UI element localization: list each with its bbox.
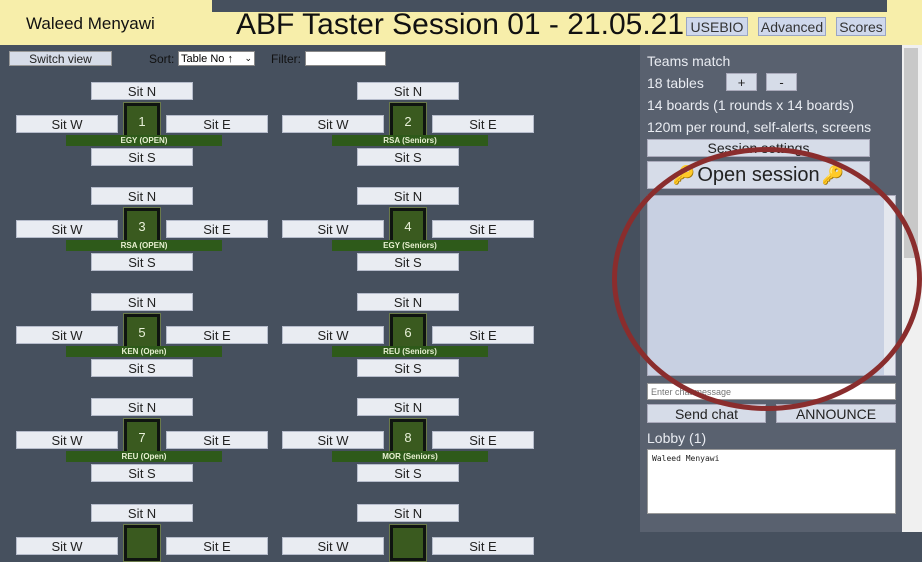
table-team-label: REU (Open)	[66, 451, 222, 462]
sit-west-button[interactable]: Sit W	[282, 431, 384, 449]
boards-info: 14 boards (1 rounds x 14 boards)	[647, 97, 855, 113]
sit-west-button[interactable]: Sit W	[16, 115, 118, 133]
sit-east-button[interactable]: Sit E	[432, 326, 534, 344]
sit-north-button[interactable]: Sit N	[91, 398, 193, 416]
sit-south-button[interactable]: Sit S	[357, 148, 459, 166]
sit-west-button[interactable]: Sit W	[282, 115, 384, 133]
table-team-label: KEN (Open)	[66, 346, 222, 357]
sit-west-button[interactable]: Sit W	[16, 220, 118, 238]
sit-east-button[interactable]: Sit E	[432, 537, 534, 555]
table-team-label: EGY (Seniors)	[332, 240, 488, 251]
sit-east-button[interactable]: Sit E	[432, 115, 534, 133]
sit-north-button[interactable]: Sit N	[357, 82, 459, 100]
table-team-label: EGY (OPEN)	[66, 135, 222, 146]
sit-west-button[interactable]: Sit W	[282, 220, 384, 238]
table-number	[127, 528, 157, 558]
sit-north-button[interactable]: Sit N	[357, 187, 459, 205]
sit-west-button[interactable]: Sit W	[16, 537, 118, 555]
scores-button[interactable]: Scores	[836, 17, 886, 36]
sit-east-button[interactable]: Sit E	[166, 537, 268, 555]
table-team-label: REU (Seniors)	[332, 346, 488, 357]
sit-north-button[interactable]: Sit N	[357, 293, 459, 311]
lobby-title: Lobby (1)	[647, 430, 707, 446]
table-number: 1	[127, 106, 157, 136]
sit-south-button[interactable]: Sit S	[91, 253, 193, 271]
tables-count: 18 tables	[647, 75, 704, 91]
round-info: 120m per round, self-alerts, screens	[647, 119, 872, 135]
sit-north-button[interactable]: Sit N	[91, 187, 193, 205]
table-number: 7	[127, 422, 157, 452]
table-number: 8	[393, 422, 423, 452]
add-table-button[interactable]: +	[726, 73, 757, 91]
table-number: 6	[393, 317, 423, 347]
table-team-label: RSA (OPEN)	[66, 240, 222, 251]
switch-view-button[interactable]: Switch view	[9, 51, 112, 66]
usebio-button[interactable]: USEBIO	[686, 17, 748, 36]
lobby-user[interactable]: Waleed Menyawi	[652, 454, 891, 463]
table-team-label: MOR (Seniors)	[332, 451, 488, 462]
user-name: Waleed Menyawi	[26, 14, 155, 33]
sit-north-button[interactable]: Sit N	[91, 293, 193, 311]
remove-table-button[interactable]: -	[766, 73, 797, 91]
annotation-circle	[612, 147, 922, 411]
sit-east-button[interactable]: Sit E	[432, 220, 534, 238]
filter-label: Filter:	[271, 52, 301, 66]
lobby-users-list[interactable]: Waleed Menyawi	[647, 449, 896, 514]
sit-east-button[interactable]: Sit E	[166, 326, 268, 344]
table-number: 4	[393, 211, 423, 241]
table-number: 2	[393, 106, 423, 136]
sit-east-button[interactable]: Sit E	[432, 431, 534, 449]
sit-west-button[interactable]: Sit W	[282, 537, 384, 555]
session-title: ABF Taster Session 01 - 21.05.21	[236, 8, 685, 41]
table-number: 5	[127, 317, 157, 347]
sort-label: Sort:	[149, 52, 175, 66]
sit-east-button[interactable]: Sit E	[166, 220, 268, 238]
sit-south-button[interactable]: Sit S	[91, 359, 193, 377]
filter-input[interactable]	[305, 51, 386, 66]
table-number: 3	[127, 211, 157, 241]
sit-north-button[interactable]: Sit N	[357, 398, 459, 416]
advanced-button[interactable]: Advanced	[758, 17, 826, 36]
chevron-down-icon: ⌄	[244, 53, 252, 63]
sit-east-button[interactable]: Sit E	[166, 431, 268, 449]
sit-south-button[interactable]: Sit S	[357, 253, 459, 271]
sort-select[interactable]: Table No ↑ ⌄	[178, 51, 255, 66]
sort-select-value: Table No ↑	[181, 52, 233, 65]
sit-south-button[interactable]: Sit S	[357, 464, 459, 482]
sit-south-button[interactable]: Sit S	[91, 464, 193, 482]
sit-east-button[interactable]: Sit E	[166, 115, 268, 133]
sit-north-button[interactable]: Sit N	[91, 82, 193, 100]
table-number	[393, 528, 423, 558]
sit-west-button[interactable]: Sit W	[282, 326, 384, 344]
sit-west-button[interactable]: Sit W	[16, 431, 118, 449]
sit-north-button[interactable]: Sit N	[357, 504, 459, 522]
sit-west-button[interactable]: Sit W	[16, 326, 118, 344]
table-team-label: RSA (Seniors)	[332, 135, 488, 146]
sit-south-button[interactable]: Sit S	[357, 359, 459, 377]
sit-south-button[interactable]: Sit S	[91, 148, 193, 166]
table-number-box[interactable]	[389, 524, 427, 562]
sit-north-button[interactable]: Sit N	[91, 504, 193, 522]
table-number-box[interactable]	[123, 524, 161, 562]
match-type: Teams match	[647, 53, 731, 69]
